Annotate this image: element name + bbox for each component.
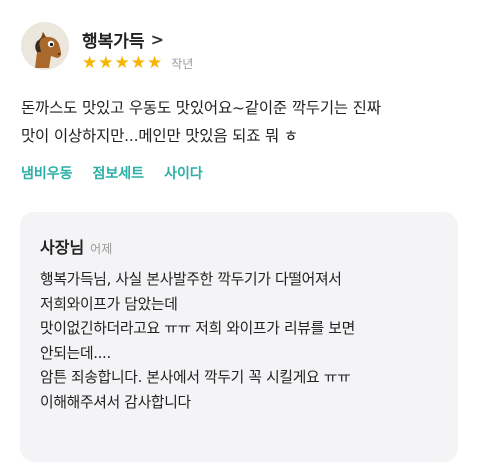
reply-line: 행복가득님, 사실 본사발주한 깍두기가 다떨어져서 — [40, 271, 342, 288]
reviewer-name-link[interactable]: 행복가득 > — [82, 27, 164, 52]
review-line: 맛이 이상하지만...메인만 맛있음 되죠 뭐 ㅎ — [21, 127, 298, 145]
horse-avatar-icon — [21, 22, 69, 70]
review-date: 작년 — [171, 57, 194, 71]
owner-reply: 사장님 어제 행복가득님, 사실 본사발주한 깍두기가 다떨어져서 저희와이프가… — [20, 212, 458, 462]
reply-author: 사장님 — [40, 238, 85, 257]
star-icon: ★ — [147, 53, 163, 73]
reply-line: 안되는데.... — [40, 344, 111, 362]
star-icon: ★ — [114, 53, 130, 73]
menu-tag[interactable]: 냄비우동 — [21, 163, 73, 183]
reply-line: 맛이없긴하더라고요 ㅠㅠ 저희 와이프가 리뷰를 보면 — [40, 320, 355, 337]
reply-date: 어제 — [90, 242, 113, 256]
rating: ★ ★ ★ ★ ★ 작년 — [82, 55, 193, 72]
reply-line: 저희와이프가 담았는데 — [40, 295, 178, 313]
review-body: 돈까스도 맛있고 우동도 맛있어요~같이준 깍두기는 진짜 맛이 이상하지만..… — [21, 94, 471, 150]
menu-tags: 냄비우동 점보세트 사이다 — [21, 163, 203, 183]
menu-tag[interactable]: 사이다 — [164, 163, 203, 183]
avatar[interactable] — [21, 22, 69, 70]
star-icon: ★ — [130, 53, 146, 73]
reply-header: 사장님 어제 — [40, 234, 112, 258]
star-icon: ★ — [82, 53, 98, 73]
chevron-right-icon: > — [150, 30, 164, 49]
reviewer-name: 행복가득 — [82, 32, 145, 52]
reply-line: 이해해주셔서 감사합니다 — [40, 393, 191, 411]
reply-body: 행복가득님, 사실 본사발주한 깍두기가 다떨어져서 저희와이프가 담았는데 맛… — [40, 268, 450, 415]
menu-tag[interactable]: 점보세트 — [93, 163, 145, 183]
reply-line: 암튼 죄송합니다. 본사에서 깍두기 꼭 시킬게요 ㅠㅠ — [40, 369, 351, 386]
star-icon: ★ — [98, 53, 114, 73]
review-line: 돈까스도 맛있고 우동도 맛있어요~같이준 깍두기는 진짜 — [21, 99, 381, 117]
